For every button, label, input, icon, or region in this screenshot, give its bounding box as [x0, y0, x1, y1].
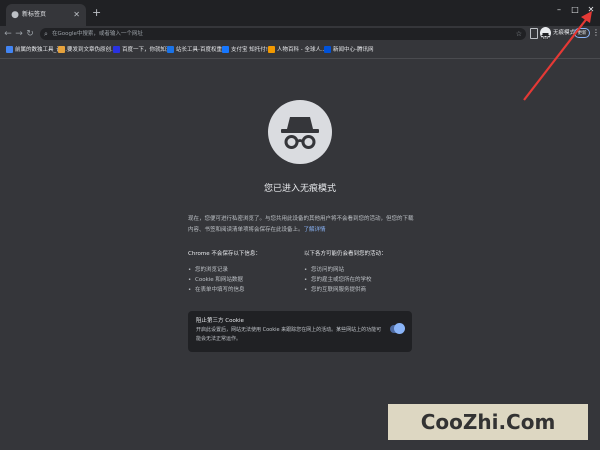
bookmark-label: 人物百科 - 全球人... [277, 47, 327, 53]
bookmark-star-icon[interactable]: ☆ [516, 28, 522, 40]
toggle-knob[interactable] [394, 323, 405, 334]
incognito-avatar-icon[interactable] [540, 27, 551, 40]
page-title: 您已进入无痕模式 [263, 184, 336, 194]
alipay-icon [222, 46, 229, 53]
menu-icon[interactable]: ⋮ [592, 27, 600, 39]
side-panel-icon[interactable] [530, 28, 538, 39]
update-button[interactable]: 更新 [574, 28, 590, 38]
maximize-button[interactable]: □ [568, 3, 582, 17]
tab-close-icon[interactable]: ✕ [73, 9, 80, 21]
wont-save-section: Chrome 不会保存以下信息： 您的浏览记录 Cookie 和网站数据 在表单… [188, 250, 300, 295]
watermark: CooZhi.Com [388, 404, 588, 440]
news-icon [324, 46, 331, 53]
minimize-button[interactable]: – [552, 3, 566, 17]
bookmark-label: 百度一下，你就知道 [122, 47, 172, 53]
incognito-icon [268, 100, 332, 164]
cookie-card-title: 阻止第三方 Cookie [196, 318, 244, 324]
third-party-cookie-card: 阻止第三方 Cookie 开启此设置后，网站无法使用 Cookie 来跟踪您在网… [188, 311, 412, 352]
tab-title: 新标签页 [22, 11, 47, 18]
toolbar: ← → ↻ ⌕ 在Google中搜索，或者输入一个网址 ☆ 无痕模式 更新 ⋮ [0, 26, 600, 42]
article-icon [58, 46, 65, 53]
learn-more-link[interactable]: 了解详情 [304, 227, 326, 233]
intro-body: 现在，您便可进行私密浏览了。与您共用此设备的其他用户将不会看到您的活动，但您的下… [188, 216, 414, 233]
list-item: Cookie 和网站数据 [188, 275, 300, 285]
tab-new-tab[interactable]: ● 新标签页 ✕ [6, 4, 86, 26]
bookmark-label: 要发到文章伪原创... [67, 47, 117, 53]
new-tab-button[interactable]: + [92, 6, 101, 20]
list-item: 您的雇主或您所在的学校 [304, 275, 416, 285]
search-icon: ⌕ [44, 30, 48, 38]
title-bar: ● 新标签页 ✕ + – □ ✕ [0, 0, 600, 26]
bookmark-label: 新闻中心-腾讯网 [333, 47, 374, 53]
list-item: 您的互联网服务提供商 [304, 285, 416, 295]
incognito-tab-icon: ● [11, 10, 19, 20]
address-bar-placeholder: 在Google中搜索，或者输入一个网址 [52, 31, 143, 37]
bookmarks-bar: 前属的数独工具_让... 要发到文章伪原创... 百度一下，你就知道 站长工具-… [0, 42, 600, 59]
incognito-label[interactable]: 无痕模式 [553, 27, 575, 39]
intro-text: 现在，您便可进行私密浏览了。与您共用此设备的其他用户将不会看到您的活动，但您的下… [188, 214, 418, 236]
cookie-card-description: 开启此设置后，网站无法使用 Cookie 来跟踪您在网上的活动。某些网站上的功能… [196, 327, 382, 342]
tool-icon [6, 46, 13, 53]
watermark-text: CooZhi.Com [420, 410, 556, 434]
baidu-icon [113, 46, 120, 53]
bookmark-label: 支付宝 知托付! [231, 47, 268, 53]
reload-button[interactable]: ↻ [24, 27, 36, 41]
list-item: 您的浏览记录 [188, 265, 300, 275]
visible-activity-heading: 以下各方可能仍会看到您的活动： [304, 251, 387, 257]
person-icon [268, 46, 275, 53]
chart-icon [167, 46, 174, 53]
visible-activity-section: 以下各方可能仍会看到您的活动： 您访问的网站 您的雇主或您所在的学校 您的互联网… [304, 250, 416, 295]
bookmark-label: 站长工具-百度权重... [176, 47, 228, 53]
close-window-button[interactable]: ✕ [584, 3, 598, 17]
list-item: 在表单中填写的信息 [188, 285, 300, 295]
address-bar[interactable]: ⌕ 在Google中搜索，或者输入一个网址 ☆ [40, 28, 526, 40]
list-item: 您访问的网站 [304, 265, 416, 275]
incognito-page: 您已进入无痕模式 现在，您便可进行私密浏览了。与您共用此设备的其他用户将不会看到… [0, 59, 600, 450]
wont-save-heading: Chrome 不会保存以下信息： [188, 251, 261, 257]
